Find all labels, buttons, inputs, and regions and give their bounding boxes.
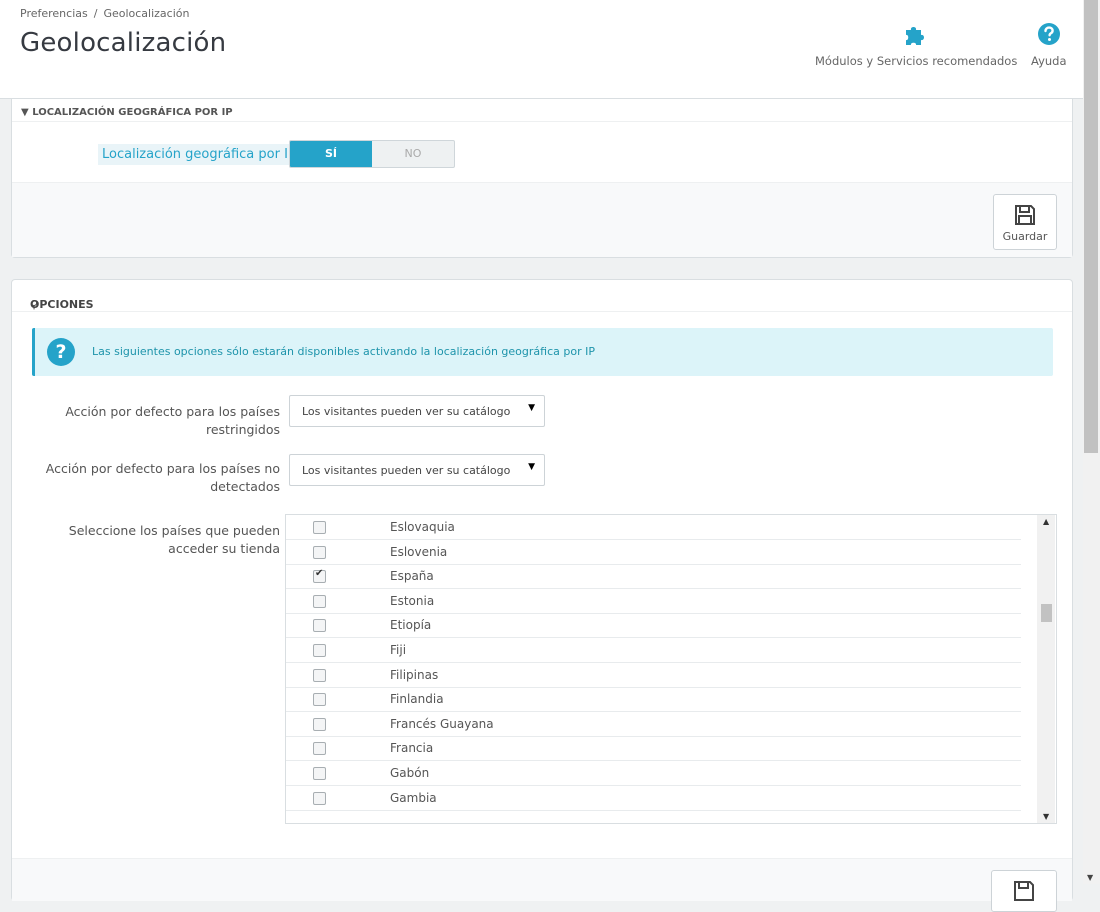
save-button-label: Guardar (1002, 230, 1048, 243)
country-name: Estonia (390, 593, 435, 608)
help-label: Ayuda (1031, 54, 1067, 68)
geolocation-heading-text: LOCALIZACIÓN GEOGRÁFICA POR IP (32, 107, 233, 118)
info-alert: ? Las siguientes opciones sólo estarán d… (32, 328, 1053, 376)
recommended-modules-button[interactable]: Módulos y Servicios recomendados (815, 22, 1017, 68)
options-panel: ⚲ OPCIONES ? Las siguientes opciones sól… (11, 279, 1073, 912)
country-checkbox[interactable] (313, 791, 326, 805)
restricted-label-line1: Acción por defecto para los países (65, 404, 280, 419)
country-row[interactable]: Filipinas (286, 663, 1021, 688)
countries-scroll-thumb[interactable] (1041, 604, 1052, 622)
restricted-label-line2: restringidos (205, 422, 280, 437)
page-title: Geolocalización (20, 28, 227, 58)
breadcrumb: Preferencias / Geolocalización (20, 7, 189, 20)
country-row[interactable]: Eslovaquia (286, 515, 1021, 540)
country-name: Francia (390, 741, 434, 756)
country-row[interactable]: Estonia (286, 589, 1021, 614)
country-checkbox[interactable] (313, 742, 326, 756)
breadcrumb-separator: / (93, 7, 98, 20)
country-row[interactable]: España (286, 564, 1021, 590)
country-name: Etiopía (390, 618, 432, 633)
country-name: Eslovaquia (390, 520, 455, 534)
undetected-countries-label: Acción por defecto para los países no de… (30, 460, 280, 496)
restricted-countries-label: Acción por defecto para los países restr… (30, 403, 280, 439)
geolocation-panel-footer: Guardar (12, 182, 1072, 257)
country-checkbox[interactable] (313, 568, 326, 584)
options-heading-text: OPCIONES (30, 298, 94, 311)
caret-down-icon: ▼ (528, 403, 535, 413)
country-row[interactable]: Gabón (286, 761, 1021, 786)
info-alert-text: Las siguientes opciones sólo estarán dis… (92, 345, 595, 358)
floppy-disk-icon (1015, 205, 1035, 225)
toggle-yes-option[interactable]: SÍ (290, 141, 372, 167)
countries-label-line2: acceder su tienda (168, 541, 280, 556)
country-checkbox[interactable] (313, 594, 326, 608)
country-checkbox[interactable] (313, 545, 326, 559)
undetected-label-line2: detectados (210, 479, 280, 494)
countries-list-scrollbar[interactable]: ▲ ▼ (1037, 515, 1055, 823)
save-button-options[interactable] (991, 870, 1057, 912)
window-scroll-thumb[interactable] (1084, 0, 1098, 453)
restricted-select-value: Los visitantes pueden ver su catálogo (302, 405, 511, 418)
country-name: Filipinas (390, 667, 439, 682)
undetected-select-value: Los visitantes pueden ver su catálogo (302, 464, 511, 477)
country-checkbox[interactable] (313, 717, 326, 731)
country-row[interactable]: Finlandia (286, 687, 1021, 713)
country-checkbox[interactable] (313, 521, 326, 534)
save-button[interactable]: Guardar (993, 194, 1057, 250)
geolocation-field-label: Localización geográfica por IP (98, 144, 301, 165)
country-name: España (390, 569, 434, 584)
page-header: Preferencias / Geolocalización Geolocaliza… (0, 0, 1083, 99)
toggle-no-option[interactable]: NO (372, 141, 454, 167)
scroll-down-arrow-icon[interactable]: ▼ (1087, 873, 1093, 882)
floppy-disk-icon (1014, 881, 1034, 901)
scroll-up-arrow-icon[interactable]: ▲ (1043, 517, 1049, 526)
scroll-down-arrow-icon[interactable]: ▼ (1043, 812, 1049, 821)
options-panel-footer (12, 858, 1072, 912)
breadcrumb-item-current: Geolocalización (103, 7, 190, 20)
options-panel-header: ⚲ OPCIONES (12, 280, 1072, 312)
country-name: Francés Guayana (390, 716, 494, 731)
country-checkbox[interactable] (313, 693, 326, 707)
help-button[interactable]: Ayuda (1031, 22, 1067, 68)
country-name: Fiji (390, 643, 407, 657)
restricted-countries-select[interactable]: Los visitantes pueden ver su catálogo ▼ (289, 395, 545, 427)
geolocation-panel-heading: ▼ LOCALIZACIÓN GEOGRÁFICA POR IP (21, 107, 233, 118)
country-checkbox[interactable] (313, 668, 326, 682)
country-row[interactable]: Eslovenia (286, 540, 1021, 565)
undetected-label-line1: Acción por defecto para los países no (45, 461, 280, 476)
countries-label-line1: Seleccione los países que pueden (68, 523, 280, 538)
help-icon (1037, 23, 1060, 45)
undetected-countries-select[interactable]: Los visitantes pueden ver su catálogo ▼ (289, 454, 545, 486)
country-checkbox[interactable] (313, 619, 326, 633)
country-row[interactable]: Francés Guayana (286, 712, 1021, 737)
country-row[interactable]: Fiji (286, 638, 1021, 663)
countries-list[interactable]: Eslovaquia Eslovenia España Estonia Etiopía F… (285, 514, 1057, 824)
country-name: Eslovenia (390, 544, 448, 559)
country-name: Gabón (390, 766, 430, 780)
country-name: Finlandia (390, 692, 444, 707)
geolocation-panel: ▼ LOCALIZACIÓN GEOGRÁFICA POR IP Localiz… (11, 80, 1073, 258)
map-marker-icon: ▼ (21, 107, 29, 118)
question-circle-icon: ? (47, 338, 75, 366)
country-name: Gambia (390, 790, 437, 805)
caret-down-icon: ▼ (528, 462, 535, 472)
country-checkbox[interactable] (313, 767, 326, 780)
puzzle-icon (906, 27, 925, 45)
recommended-modules-label: Módulos y Servicios recomendados (815, 54, 1018, 68)
window-scrollbar[interactable]: ▼ (1083, 0, 1100, 884)
country-row[interactable]: Gambia (286, 786, 1021, 811)
country-checkbox[interactable] (313, 644, 326, 657)
country-row[interactable]: Francia (286, 736, 1021, 762)
country-row[interactable]: Etiopía (286, 613, 1021, 639)
countries-label: Seleccione los países que pueden acceder… (30, 522, 280, 558)
geolocation-toggle[interactable]: SÍ NO (289, 140, 455, 168)
breadcrumb-item-preferencias[interactable]: Preferencias (20, 7, 88, 20)
